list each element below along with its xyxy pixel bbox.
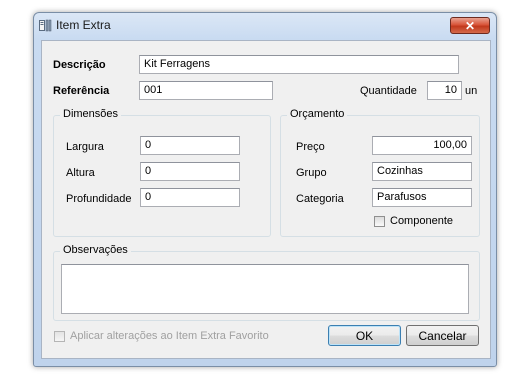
referencia-input[interactable]: 001 — [139, 81, 273, 100]
close-icon: ✕ — [464, 18, 476, 33]
referencia-label: Referência — [53, 85, 110, 97]
observacoes-group: Observações — [53, 244, 480, 321]
cancel-button[interactable]: Cancelar — [406, 325, 479, 346]
dialog-window: Item Extra ✕ Descrição Kit Ferragens Ref… — [33, 12, 497, 367]
quantidade-label: Quantidade — [360, 85, 417, 97]
orcamento-title: Orçamento — [287, 108, 348, 120]
grupo-label: Grupo — [296, 167, 327, 179]
categoria-input[interactable]: Parafusos — [372, 188, 472, 207]
ok-button[interactable]: OK — [328, 325, 401, 346]
orcamento-group: Orçamento Preço 100,00 Grupo Cozinhas Ca… — [280, 108, 480, 237]
descricao-input[interactable]: Kit Ferragens — [139, 55, 459, 74]
aplicar-favorito-label: Aplicar alterações ao Item Extra Favorit… — [70, 330, 269, 342]
largura-input[interactable]: 0 — [140, 136, 240, 155]
observacoes-title: Observações — [60, 244, 131, 256]
componente-checkbox[interactable] — [374, 216, 385, 227]
quantidade-input[interactable]: 10 — [427, 81, 462, 100]
quantidade-unit: un — [465, 85, 478, 97]
grupo-input[interactable]: Cozinhas — [372, 162, 472, 181]
observacoes-textarea[interactable] — [61, 264, 469, 314]
profundidade-input[interactable]: 0 — [140, 188, 240, 207]
app-icon — [39, 19, 52, 32]
dialog-body: Descrição Kit Ferragens Referência 001 Q… — [41, 40, 491, 359]
categoria-label: Categoria — [296, 193, 344, 205]
close-button[interactable]: ✕ — [450, 17, 490, 34]
profundidade-label: Profundidade — [66, 193, 132, 205]
aplicar-favorito-checkbox[interactable] — [54, 331, 65, 342]
title-bar[interactable]: Item Extra ✕ — [34, 13, 496, 37]
altura-input[interactable]: 0 — [140, 162, 240, 181]
altura-label: Altura — [66, 167, 95, 179]
descricao-label: Descrição — [53, 59, 106, 71]
cancel-button-label: Cancelar — [418, 328, 467, 343]
preco-input[interactable]: 100,00 — [372, 136, 472, 155]
largura-label: Largura — [66, 141, 104, 153]
preco-label: Preço — [296, 141, 325, 153]
componente-label: Componente — [390, 215, 453, 227]
window-title: Item Extra — [56, 18, 111, 32]
dimensoes-title: Dimensões — [60, 108, 122, 120]
ok-button-label: OK — [355, 328, 374, 343]
dimensoes-group: Dimensões Largura 0 Altura 0 Profundidad… — [53, 108, 271, 237]
